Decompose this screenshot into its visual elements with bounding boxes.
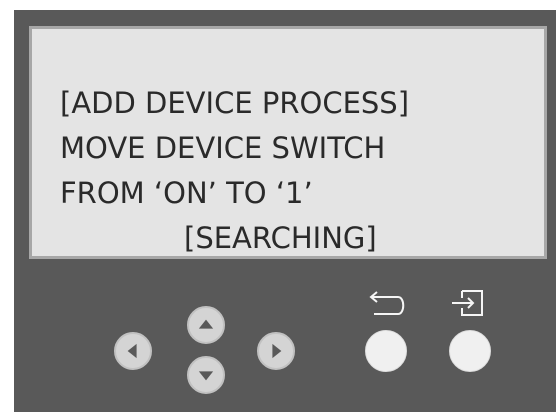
back-button[interactable] bbox=[365, 330, 407, 372]
up-arrow-icon bbox=[198, 319, 214, 329]
left-arrow-icon bbox=[127, 343, 137, 359]
screen-line-1: [ADD DEVICE PROCESS] bbox=[60, 86, 410, 120]
screen-line-2: MOVE DEVICE SWITCH bbox=[60, 131, 386, 165]
device-frame: [ADD DEVICE PROCESS] MOVE DEVICE SWITCH … bbox=[0, 0, 556, 412]
back-icon bbox=[369, 291, 405, 315]
right-arrow-icon bbox=[272, 343, 282, 359]
enter-button[interactable] bbox=[449, 330, 491, 372]
nav-up-button[interactable] bbox=[187, 306, 225, 344]
down-arrow-icon bbox=[198, 371, 214, 381]
screen-line-4: [SEARCHING] bbox=[184, 221, 377, 255]
nav-left-button[interactable] bbox=[114, 332, 152, 370]
screen-line-3: FROM ‘ON’ TO ‘1’ bbox=[60, 176, 313, 210]
nav-down-button[interactable] bbox=[187, 356, 225, 394]
enter-icon bbox=[452, 290, 483, 316]
lcd-screen: [ADD DEVICE PROCESS] MOVE DEVICE SWITCH … bbox=[29, 26, 547, 259]
nav-right-button[interactable] bbox=[257, 332, 295, 370]
